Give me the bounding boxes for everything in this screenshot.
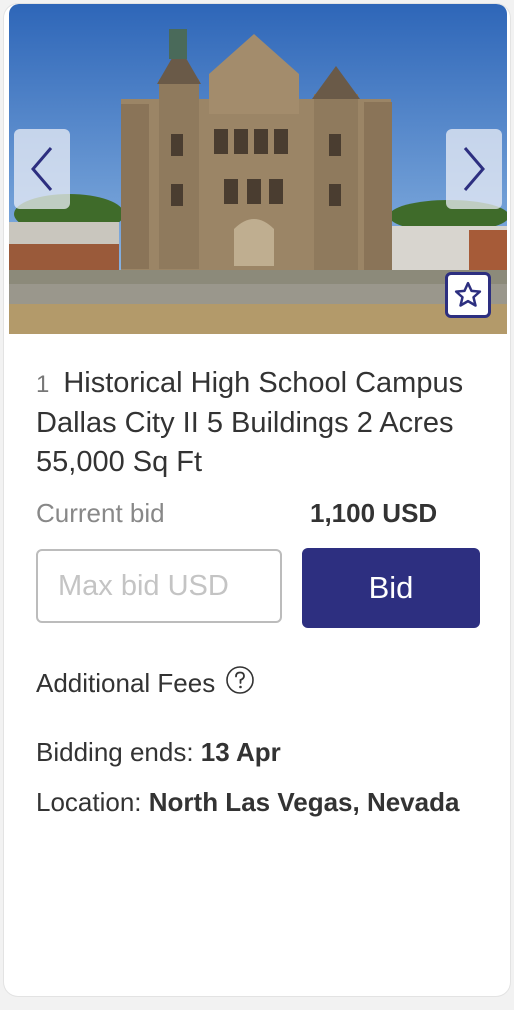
star-icon [454, 281, 482, 307]
lot-title[interactable]: 1 Historical High School Campus Dallas Ci… [36, 364, 486, 482]
current-bid-label: Current bid [36, 498, 165, 528]
bidding-ends-value: 13 Apr [200, 737, 281, 767]
chevron-left-icon [31, 147, 53, 191]
favorite-button[interactable] [445, 272, 491, 318]
location: Location: North Las Vegas, Nevada [36, 787, 459, 818]
chevron-right-icon [463, 147, 485, 191]
next-photo-button[interactable] [446, 129, 502, 209]
max-bid-input[interactable] [36, 549, 282, 623]
lot-title-text: Historical High School Campus Dallas Cit… [36, 367, 464, 478]
lot-number: 1 [36, 371, 50, 398]
bid-button[interactable]: Bid [302, 548, 480, 628]
additional-fees-label: Additional Fees [36, 668, 216, 698]
location-value: North Las Vegas, Nevada [148, 787, 460, 817]
bidding-ends-label: Bidding ends: [36, 737, 194, 767]
prev-photo-button[interactable] [14, 129, 70, 209]
location-label: Location: [36, 787, 142, 817]
listing-photo[interactable] [9, 4, 507, 334]
building-image [9, 4, 507, 334]
current-bid-value: 1,100 USD [310, 498, 438, 528]
listing-card: 1 Historical High School Campus Dallas Ci… [4, 4, 510, 996]
additional-fees: Additional Fees [36, 665, 255, 699]
question-circle-icon[interactable] [225, 665, 255, 695]
bidding-ends: Bidding ends: 13 Apr [36, 737, 281, 768]
